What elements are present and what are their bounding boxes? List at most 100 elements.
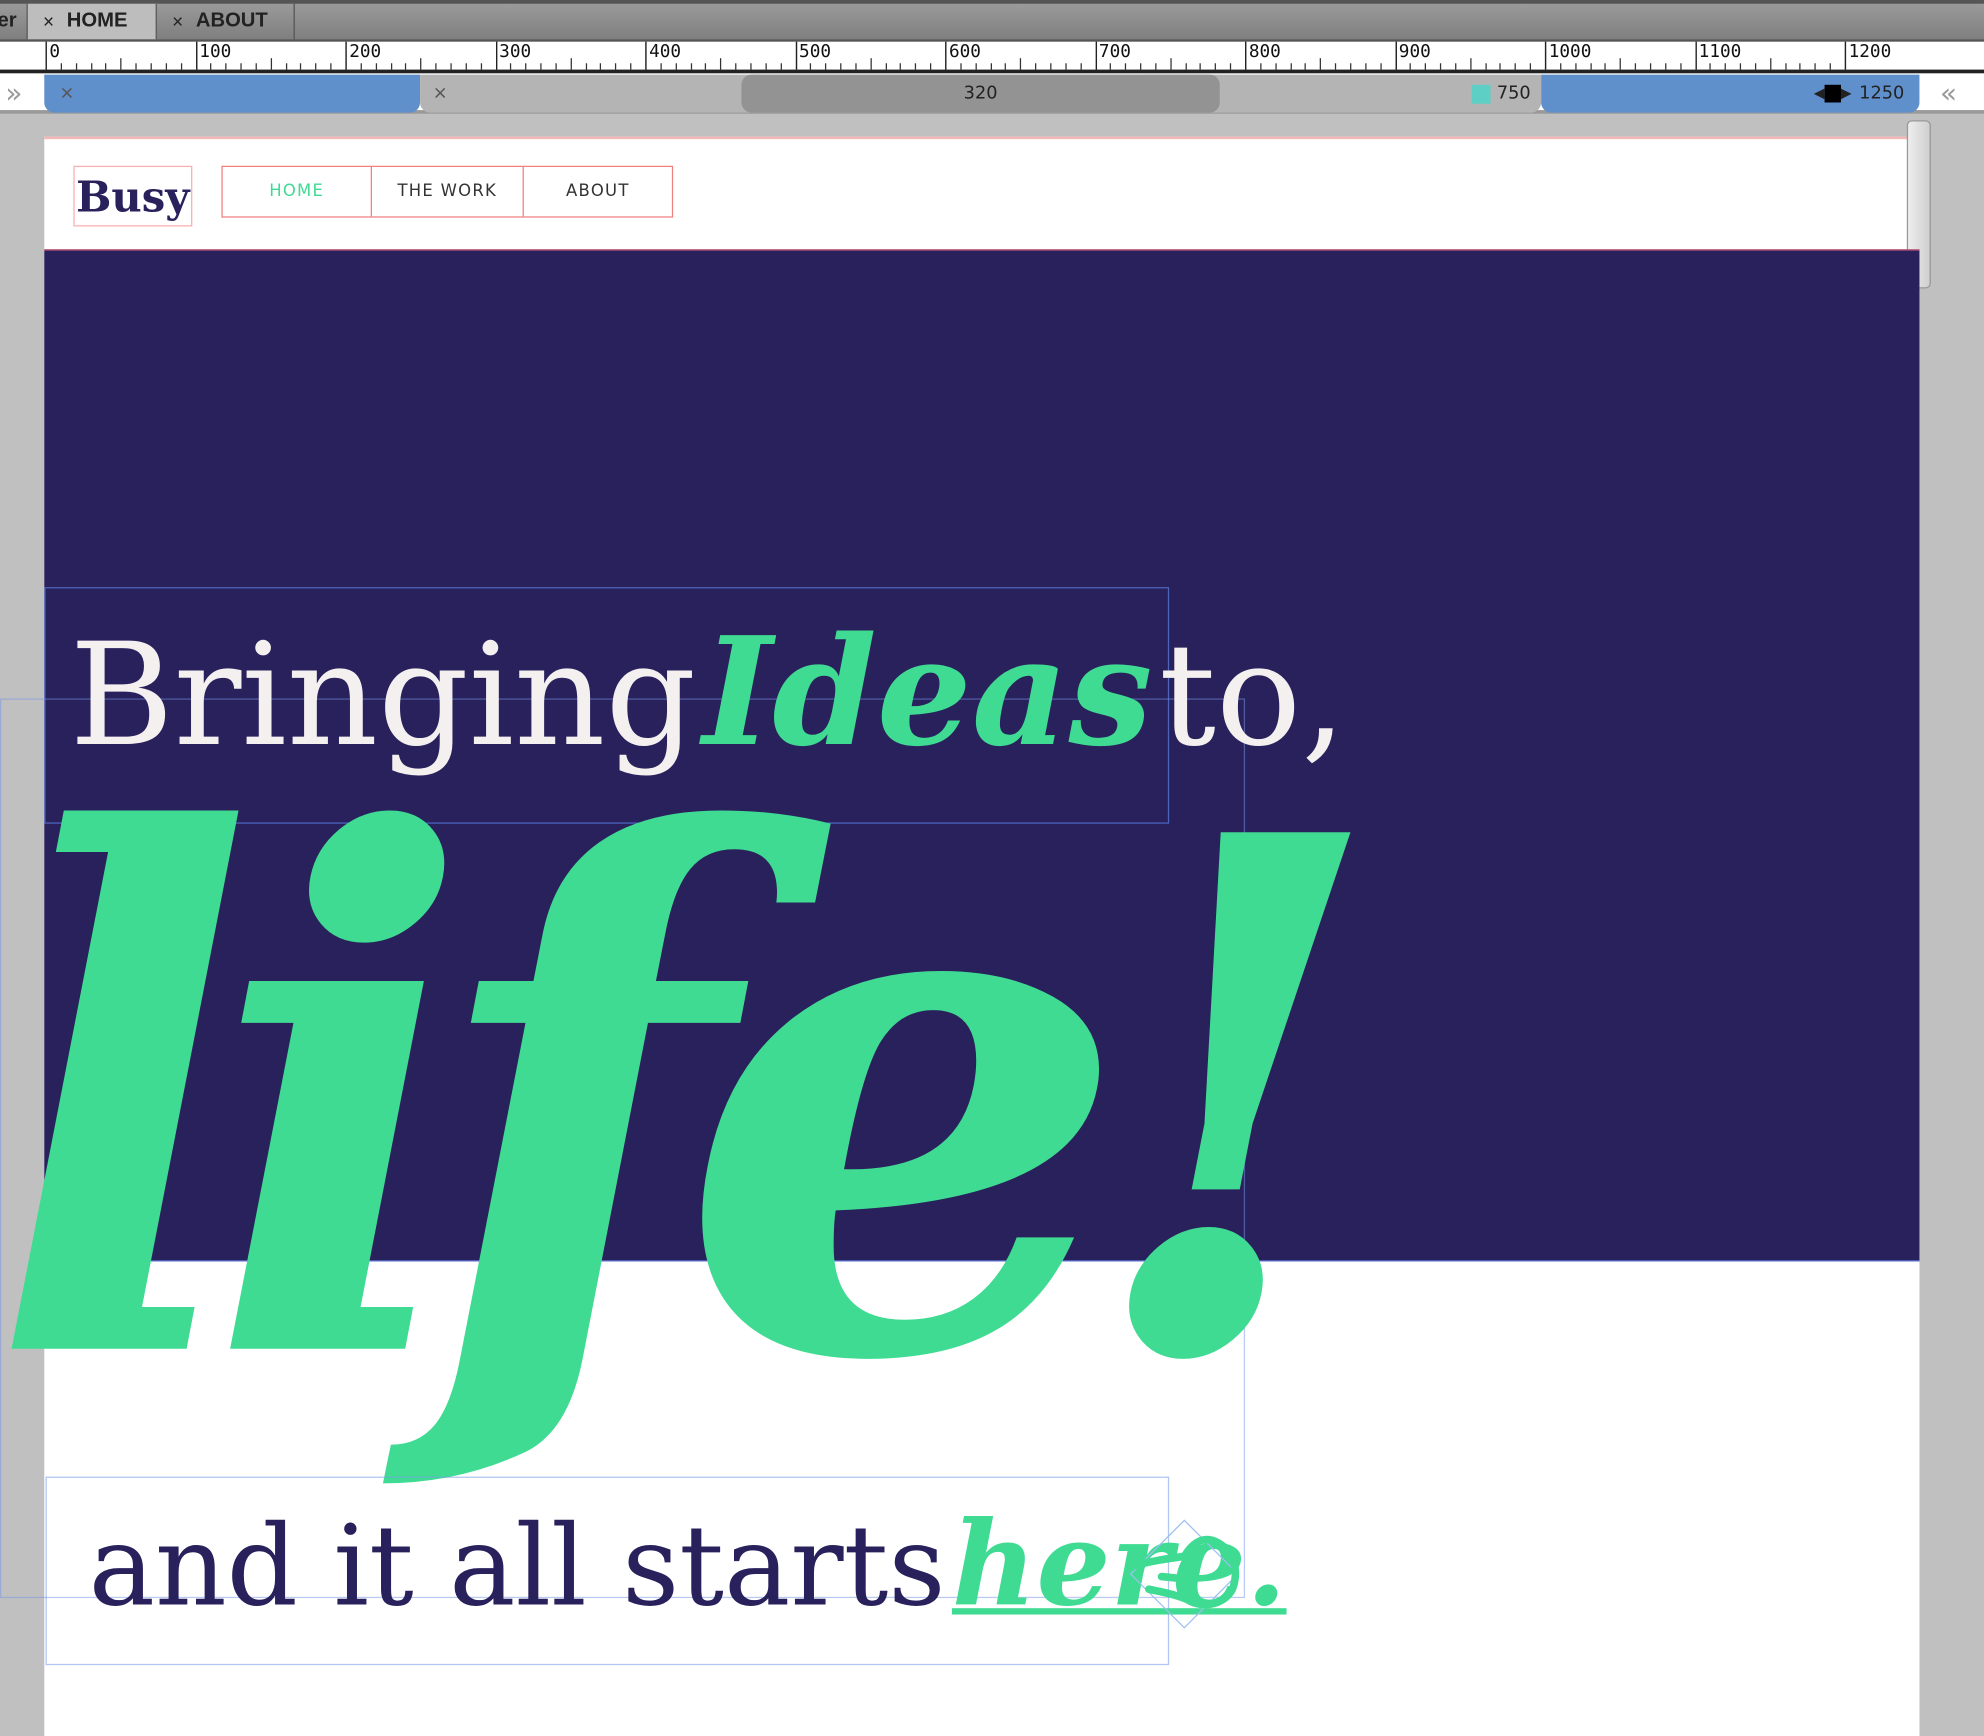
ruler-tick — [1454, 63, 1457, 70]
ruler-tick — [555, 63, 557, 70]
breakpoint-bar: » × × 320 750 ◀ ▶ 1250 « — [0, 73, 1984, 114]
breakpoint-750-marker[interactable]: 750 — [1471, 75, 1542, 113]
ruler-tick — [1349, 63, 1352, 70]
horizontal-ruler[interactable]: 0 100 200 300 400 500 600 700 800 900 1000 1100 1200 — [0, 41, 1984, 74]
ruler-tick — [720, 58, 722, 70]
ruler-tick — [1679, 63, 1682, 70]
ruler-tick — [1379, 63, 1382, 70]
ruler-tick — [1484, 63, 1487, 70]
ruler-tick — [1829, 63, 1832, 70]
ruler-tick — [1185, 63, 1187, 70]
ruler-tick — [165, 63, 167, 70]
ruler-tick — [585, 63, 587, 70]
logo-text: Busy — [76, 171, 190, 221]
ruler-tick — [1320, 58, 1322, 70]
ruler-tick — [1499, 63, 1502, 70]
ruler-tick — [240, 63, 242, 70]
ruler-tick — [1335, 63, 1337, 70]
ruler-tick — [255, 63, 257, 70]
ruler-tick — [750, 63, 752, 70]
ruler-tick — [435, 63, 437, 70]
pointing-hand-icon — [1124, 1518, 1245, 1634]
expand-right-icon[interactable]: « — [1933, 75, 1963, 113]
ruler-tick — [330, 63, 332, 70]
ruler-tick — [1050, 63, 1052, 70]
ruler-tick — [915, 63, 917, 70]
breakpoint-mobile[interactable]: × — [44, 74, 421, 113]
ruler-tick — [870, 58, 872, 70]
ruler-label: 0 — [45, 41, 60, 70]
ruler-tick — [735, 63, 737, 70]
ruler-tick — [1200, 63, 1202, 70]
ruler-tick — [135, 63, 137, 70]
close-icon[interactable]: × — [43, 11, 54, 33]
tablet-marker-icon — [1471, 84, 1491, 104]
ruler-tick — [990, 63, 992, 70]
ruler-tick — [855, 63, 857, 70]
ruler-tick — [570, 58, 572, 70]
ruler-tick — [1784, 63, 1787, 70]
ruler-label: 400 — [645, 41, 681, 70]
cta-line: and it all starts here. — [89, 1506, 1287, 1622]
ruler-tick — [1020, 58, 1022, 70]
ruler-tick — [600, 63, 602, 70]
ruler-tick — [390, 63, 392, 70]
ruler-tick — [1529, 63, 1532, 70]
tab-about[interactable]: × ABOUT — [157, 3, 295, 40]
ruler-tick — [1439, 63, 1442, 70]
ruler-label: 1100 — [1694, 41, 1741, 70]
ruler-label: 700 — [1095, 41, 1131, 70]
close-icon[interactable]: × — [433, 84, 448, 104]
ruler-tick — [1769, 58, 1772, 70]
ruler-tick — [75, 63, 77, 70]
expand-left-icon[interactable]: » — [0, 75, 28, 113]
ruler-tick — [1365, 63, 1367, 70]
headline-life: life! — [0, 684, 1390, 1518]
ruler-label: 300 — [495, 41, 531, 70]
ruler-tick — [315, 63, 317, 70]
ruler-tick — [885, 63, 887, 70]
breakpoint-value: 320 — [963, 83, 998, 104]
nav-the-work[interactable]: THE WORK — [372, 167, 524, 217]
ruler-tick — [780, 63, 782, 70]
ruler-tick — [450, 63, 452, 70]
ruler-tick — [765, 63, 767, 70]
ruler-tick — [270, 58, 272, 70]
breakpoint-value: 750 — [1496, 83, 1531, 104]
breakpoint-value: 1250 — [1859, 83, 1905, 104]
cta-text: and it all starts — [88, 1500, 946, 1631]
ruler-tick — [1005, 63, 1007, 70]
main-nav: HOME THE WORK ABOUT — [221, 165, 674, 218]
ruler-tick — [1155, 63, 1157, 70]
ruler-tick — [1754, 63, 1757, 70]
ruler-label: 600 — [945, 41, 981, 70]
ruler-tick — [540, 63, 542, 70]
close-icon[interactable]: × — [172, 11, 183, 33]
ruler-tick — [1170, 58, 1172, 70]
ruler-tick — [690, 63, 692, 70]
logo[interactable]: Busy — [73, 165, 193, 227]
breakpoint-320-handle[interactable]: 320 — [741, 74, 1220, 113]
resize-handle-icon[interactable]: ◀ ▶ — [1814, 84, 1852, 103]
ruler-tick — [480, 63, 482, 70]
ruler-tick — [1230, 63, 1232, 70]
ruler-label: 1000 — [1544, 41, 1591, 70]
ruler-label: 200 — [345, 41, 381, 70]
ruler-label: 500 — [795, 41, 831, 70]
tab-label: HOME — [66, 10, 128, 32]
close-icon[interactable]: × — [59, 84, 74, 104]
breakpoint-desktop[interactable]: ◀ ▶ 1250 — [1541, 74, 1920, 113]
tab-partial[interactable]: er — [0, 3, 28, 40]
ruler-label: 900 — [1394, 41, 1431, 70]
ruler-tick — [705, 63, 707, 70]
nav-about[interactable]: ABOUT — [524, 167, 672, 216]
ruler-tick — [900, 63, 902, 70]
ruler-label: 800 — [1245, 41, 1281, 70]
ruler-tick — [1619, 58, 1622, 70]
nav-home[interactable]: HOME — [223, 167, 372, 217]
tab-label: er — [0, 10, 17, 32]
ruler-tick — [1080, 63, 1082, 70]
ruler-tick — [1814, 63, 1817, 70]
ruler-tick — [840, 63, 842, 70]
tab-home[interactable]: × HOME — [27, 3, 157, 40]
